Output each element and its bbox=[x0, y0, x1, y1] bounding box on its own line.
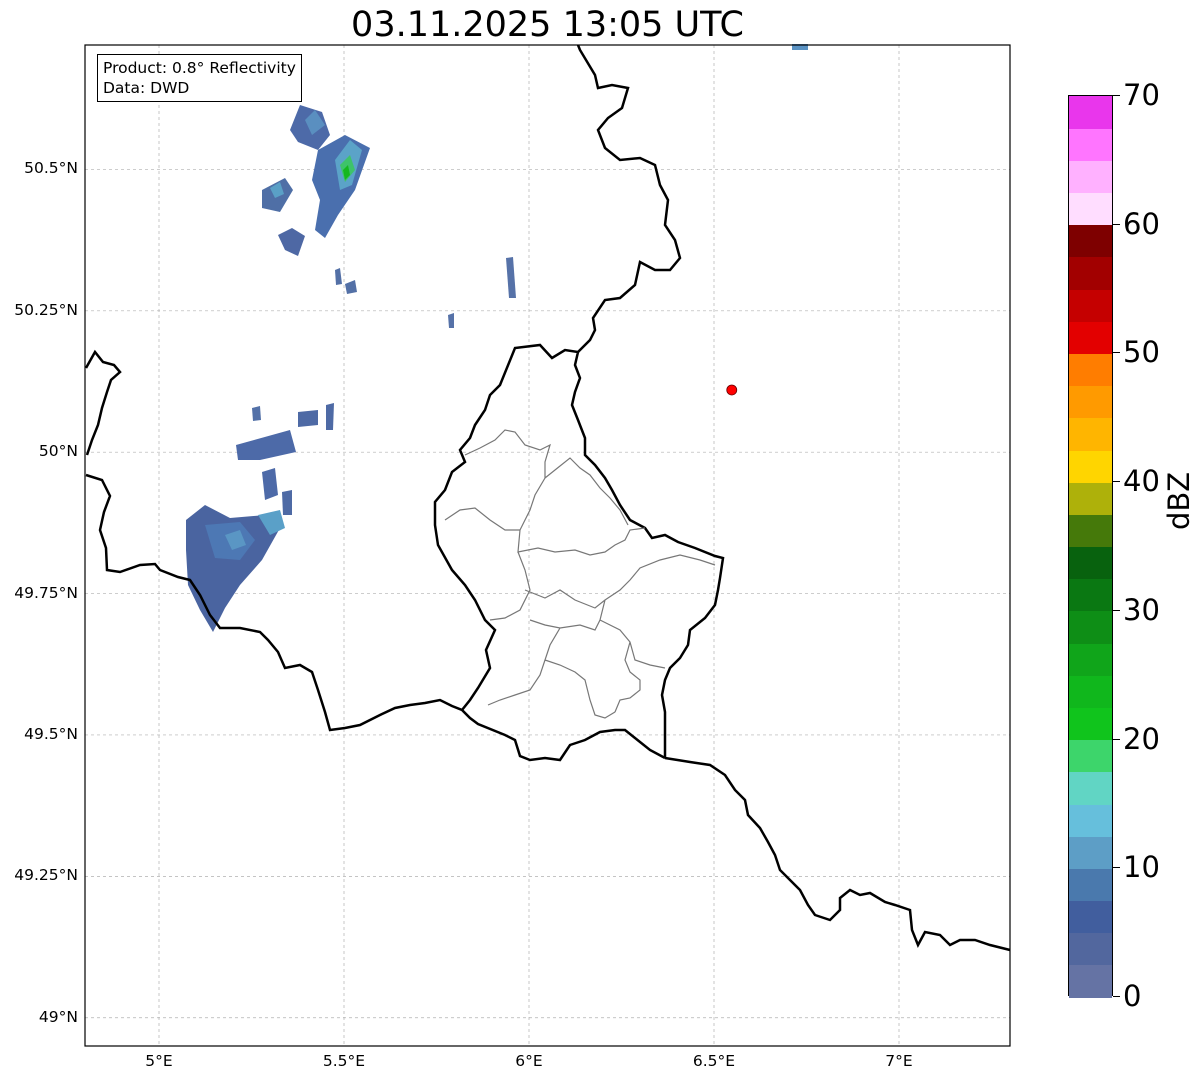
colorbar-segment bbox=[1069, 900, 1112, 934]
colorbar-segment bbox=[1069, 578, 1112, 612]
colorbar-tick-label: 30 bbox=[1123, 592, 1160, 627]
radar-map bbox=[84, 44, 1011, 1047]
lat-tick-label: 49°N bbox=[38, 1007, 78, 1026]
echo-cluster-north bbox=[262, 105, 516, 328]
colorbar-segment bbox=[1069, 514, 1112, 548]
colorbar-segment bbox=[1069, 803, 1112, 837]
lon-tick-label: 6.5°E bbox=[692, 1052, 736, 1070]
map-markers bbox=[726, 384, 738, 396]
colorbar-segment bbox=[1069, 353, 1112, 387]
colorbar-tick-label: 60 bbox=[1123, 206, 1160, 241]
colorbar bbox=[1068, 95, 1113, 998]
lat-tick-label: 50.25°N bbox=[14, 300, 78, 319]
radar-echoes bbox=[186, 44, 808, 632]
colorbar-segment bbox=[1069, 643, 1112, 676]
info-box: Product: 0.8° Reflectivity Data: DWD bbox=[97, 54, 302, 102]
data-source-text: Data: DWD bbox=[103, 79, 190, 97]
colorbar-tick bbox=[1113, 95, 1120, 96]
product-text: Product: 0.8° Reflectivity bbox=[103, 59, 296, 77]
colorbar-segment bbox=[1069, 192, 1112, 226]
colorbar-tick-label: 0 bbox=[1123, 979, 1142, 1013]
colorbar-segment bbox=[1069, 546, 1112, 580]
colorbar-segment bbox=[1069, 96, 1112, 129]
colorbar-segment bbox=[1069, 771, 1112, 805]
colorbar-segment bbox=[1069, 385, 1112, 419]
colorbar-segment bbox=[1069, 128, 1112, 161]
colorbar-tick bbox=[1113, 352, 1120, 354]
colorbar-tick bbox=[1113, 738, 1120, 740]
colorbar-tick bbox=[1113, 223, 1120, 225]
lon-tick-label: 5.5°E bbox=[322, 1052, 366, 1070]
colorbar-segment bbox=[1069, 224, 1112, 258]
echo-cluster-south bbox=[186, 403, 334, 632]
country-border-west bbox=[84, 349, 122, 456]
colorbar-segment bbox=[1069, 836, 1112, 869]
colorbar-segment bbox=[1069, 739, 1112, 773]
lon-tick-label: 6°E bbox=[515, 1052, 543, 1070]
colorbar-segment bbox=[1069, 675, 1112, 708]
lat-tick-label: 49.5°N bbox=[24, 724, 78, 743]
lat-tick-label: 50.5°N bbox=[24, 159, 78, 178]
colorbar-tick-label: 50 bbox=[1123, 335, 1160, 370]
colorbar-tick bbox=[1113, 481, 1120, 483]
lon-tick-label: 7°E bbox=[885, 1052, 913, 1070]
colorbar-tick bbox=[1113, 867, 1120, 869]
colorbar-segment bbox=[1069, 256, 1112, 290]
colorbar-tick bbox=[1113, 609, 1120, 611]
country-border-germany-france bbox=[664, 756, 1011, 952]
colorbar-segment bbox=[1069, 321, 1112, 355]
colorbar-segment bbox=[1069, 417, 1112, 451]
lat-tick-label: 50°N bbox=[38, 442, 78, 461]
colorbar-segment bbox=[1069, 707, 1112, 741]
colorbar-tick-label: 40 bbox=[1123, 464, 1160, 499]
colorbar-tick bbox=[1113, 996, 1120, 997]
lat-tick-label: 49.75°N bbox=[14, 583, 78, 602]
colorbar-segment bbox=[1069, 289, 1112, 322]
lon-tick-label: 5°E bbox=[145, 1052, 173, 1070]
colorbar-tick-label: 10 bbox=[1123, 850, 1160, 885]
colorbar-segment bbox=[1069, 932, 1112, 966]
colorbar-segment bbox=[1069, 160, 1112, 194]
lat-tick-label: 49.25°N bbox=[14, 866, 78, 885]
colorbar-segment bbox=[1069, 964, 1112, 998]
radar-site-marker bbox=[726, 384, 738, 396]
country-border-germany bbox=[576, 44, 682, 353]
country-border-belgium-france bbox=[85, 473, 666, 762]
border-lines bbox=[84, 44, 1011, 952]
colorbar-unit-label: dBZ bbox=[1162, 471, 1196, 530]
colorbar-segment bbox=[1069, 610, 1112, 644]
colorbar-segment bbox=[1069, 449, 1112, 483]
colorbar-segment bbox=[1069, 868, 1112, 902]
colorbar-tick-label: 20 bbox=[1123, 721, 1160, 756]
colorbar-tick-label: 70 bbox=[1123, 78, 1160, 112]
colorbar-segment bbox=[1069, 482, 1112, 515]
